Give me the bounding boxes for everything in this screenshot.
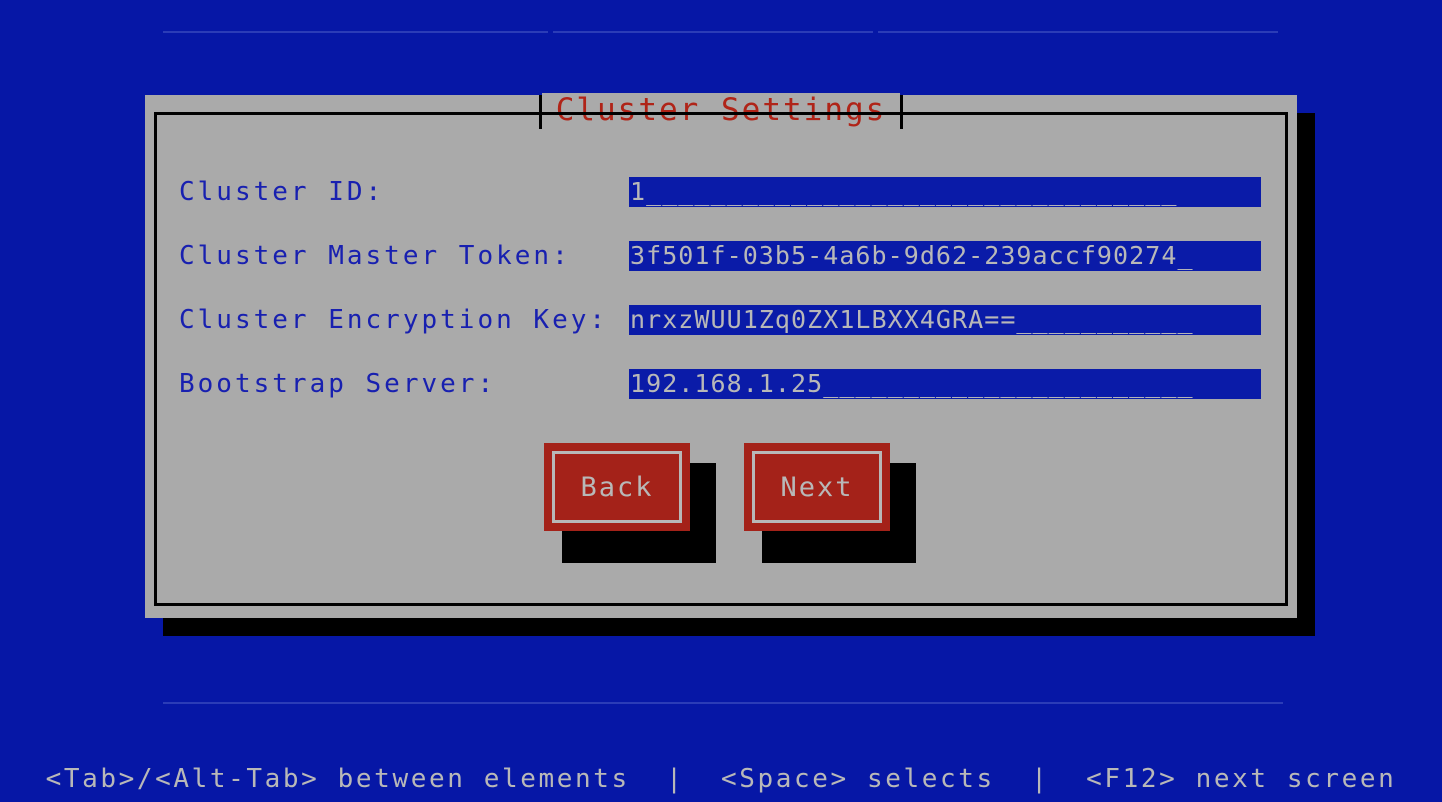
- field-row-cluster-id: Cluster ID: 1___________________________…: [179, 175, 1275, 209]
- status-bar: <Tab>/<Alt-Tab> between elements | <Spac…: [45, 764, 1397, 794]
- back-button-label: Back: [580, 471, 654, 503]
- input-bootstrap-server[interactable]: 192.168.1.25_______________________: [629, 369, 1261, 399]
- label-cluster-id: Cluster ID:: [179, 177, 385, 207]
- cluster-settings-dialog: Cluster Settings Cluster ID: 1__________…: [145, 93, 1297, 618]
- dialog-button-row: Back Next: [179, 443, 1275, 583]
- back-button[interactable]: Back: [544, 443, 690, 531]
- input-cluster-encryption-key[interactable]: nrxzWUU1Zq0ZX1LBXX4GRA==___________: [629, 305, 1261, 335]
- background-rule: [163, 31, 548, 33]
- input-cluster-master-token[interactable]: 3f501f-03b5-4a6b-9d62-239accf90274_: [629, 241, 1261, 271]
- background-rule: [878, 31, 1278, 33]
- background-rule: [163, 702, 1283, 704]
- label-cluster-encryption-key: Cluster Encryption Key:: [179, 305, 609, 335]
- background-rule: [553, 31, 873, 33]
- field-row-cluster-encryption-key: Cluster Encryption Key: nrxzWUU1Zq0ZX1LB…: [179, 303, 1275, 337]
- next-button-label: Next: [780, 471, 854, 503]
- field-row-cluster-master-token: Cluster Master Token: 3f501f-03b5-4a6b-9…: [179, 239, 1275, 273]
- next-button-wrap: Next: [744, 443, 916, 563]
- next-button[interactable]: Next: [744, 443, 890, 531]
- field-row-bootstrap-server: Bootstrap Server: 192.168.1.25__________…: [179, 367, 1275, 401]
- cluster-settings-form: Cluster ID: 1___________________________…: [179, 143, 1275, 618]
- input-cluster-id[interactable]: 1_________________________________: [629, 177, 1261, 207]
- installer-screen: Cluster Settings Cluster ID: 1__________…: [0, 0, 1442, 802]
- label-cluster-master-token: Cluster Master Token:: [179, 241, 571, 271]
- label-bootstrap-server: Bootstrap Server:: [179, 369, 497, 399]
- back-button-wrap: Back: [544, 443, 716, 563]
